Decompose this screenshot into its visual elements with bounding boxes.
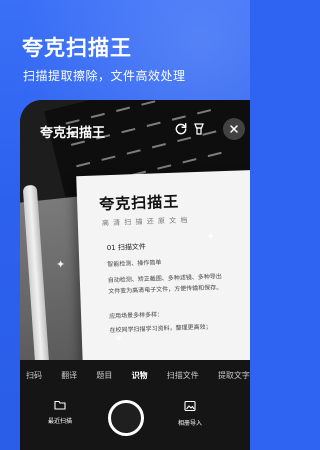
sparkle-icon: ✦	[114, 332, 124, 345]
mode-scan-code[interactable]: 扫码	[26, 364, 42, 388]
mode-question[interactable]: 题目	[96, 364, 112, 388]
recent-scans-label: 最近扫描	[47, 418, 72, 425]
document-title: 夸克扫描王	[98, 192, 180, 214]
page-title: 夸克扫描王	[22, 36, 132, 60]
camera-bottom-bar: 最近扫描 相册导入	[20, 390, 250, 450]
scanned-document: 夸克扫描王 高 清 扫 描 还 原 文 档 01 扫描文件 智能检测、操作简单 …	[76, 169, 250, 360]
document-line: 智能检测、操作简单	[107, 259, 162, 269]
mode-scan-file[interactable]: 扫描文件	[167, 364, 199, 388]
document-subtitle: 高 清 扫 描 还 原 文 档	[101, 216, 189, 228]
camera-viewfinder: 夸克扫描王 高 清 扫 描 还 原 文 档 01 扫描文件 智能检测、操作简单 …	[20, 100, 250, 360]
sparkle-icon: ✦	[206, 230, 216, 243]
image-icon	[184, 400, 196, 412]
scan-mode-bar: 扫码 翻译 题目 识物 扫描文件 提取文字	[20, 364, 250, 388]
shutter-button[interactable]	[108, 400, 144, 436]
close-icon[interactable]	[223, 118, 245, 140]
sparkle-icon: ✦	[68, 128, 78, 141]
mode-translate[interactable]: 翻译	[61, 364, 77, 388]
album-import-button[interactable]: 相册导入	[170, 400, 210, 427]
recent-scans-button[interactable]: 最近扫描	[42, 400, 78, 425]
sparkle-icon: ✦	[56, 258, 66, 271]
folder-icon	[54, 400, 66, 410]
mode-extract-text[interactable]: 提取文字	[218, 364, 250, 388]
flashlight-icon[interactable]	[188, 118, 210, 140]
document-heading: 01 扫描文件	[106, 242, 147, 253]
promo-page: 夸克扫描王 扫描提取擦除，文件高效处理 夸克扫描王 高 清 扫 描 还 原 文 …	[0, 0, 250, 450]
album-import-label: 相册导入	[177, 420, 202, 427]
document-line: 应用场景多样多样：	[109, 311, 164, 321]
document-line: 在校同学扫描学习资料，整理更高效；	[109, 323, 212, 335]
phone-mockup: 夸克扫描王 高 清 扫 描 还 原 文 档 01 扫描文件 智能检测、操作简单 …	[20, 100, 250, 450]
mode-identify-object[interactable]: 识物	[132, 364, 148, 388]
document-line: 文件变为高清电子文件，方便传输和保存。	[108, 284, 223, 296]
page-subtitle: 扫描提取擦除，文件高效处理	[23, 69, 186, 83]
